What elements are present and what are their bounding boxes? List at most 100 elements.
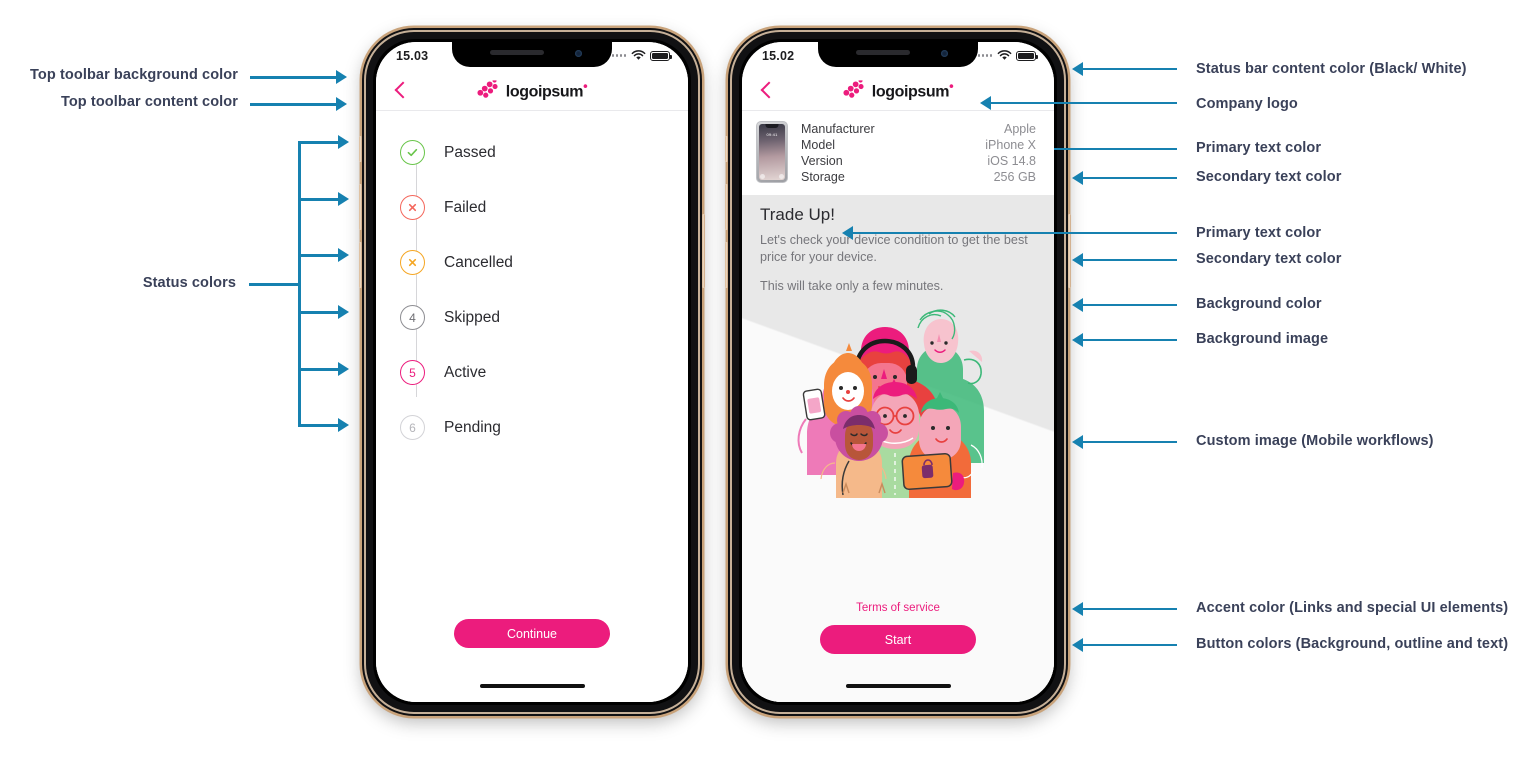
annotation-label-primary-text-2: Primary text color (1196, 225, 1322, 241)
logo-text: logoipsum• (505, 77, 588, 101)
status-icon-passed (400, 140, 425, 165)
annotation-arrowhead (338, 418, 349, 432)
top-toolbar: logoipsum• (742, 69, 1054, 111)
annotation-bracket-vertical (298, 141, 301, 426)
logoipsum-mark-icon (477, 80, 498, 98)
annotation-label-background-color: Background color (1196, 296, 1322, 312)
annotation-arrowhead (338, 135, 349, 149)
table-row: Version iOS 14.8 (801, 153, 1036, 169)
list-item-passed[interactable]: Passed (376, 125, 688, 180)
main-content: Trade Up! Let's check your device condit… (742, 195, 1054, 702)
screenshot-canvas: Top toolbar background color Top toolbar… (0, 0, 1536, 758)
annotation-arrowhead (1072, 333, 1083, 347)
status-icon-cancelled (400, 250, 425, 275)
annotation-line (249, 283, 300, 286)
annotation-arrowhead (338, 305, 349, 319)
list-item-label: Cancelled (444, 253, 513, 271)
annotation-arrowhead (1072, 253, 1083, 267)
duration-paragraph: This will take only a few minutes. (760, 278, 944, 293)
annotation-line (1083, 303, 1177, 307)
annotation-line (1083, 440, 1177, 444)
annotation-label-primary-text-1: Primary text color (1196, 140, 1322, 156)
spec-value: iOS 14.8 (987, 154, 1036, 168)
table-row: Manufacturer Apple (801, 121, 1036, 137)
annotation-arrowhead (338, 248, 349, 262)
annotation-arrowhead (1072, 298, 1083, 312)
list-item-label: Pending (444, 418, 501, 436)
list-item-cancelled[interactable]: Cancelled (376, 235, 688, 290)
list-item-failed[interactable]: Failed (376, 180, 688, 235)
annotation-line (298, 311, 340, 314)
continue-button[interactable]: Continue (454, 619, 610, 648)
custom-illustration-container (742, 295, 1054, 602)
signal-dots-icon (977, 54, 992, 57)
cta-container: Continue (376, 619, 688, 684)
device-info-card: 09:41 Manufacturer Apple Model iPhone X (742, 111, 1054, 195)
list-item-label: Failed (444, 198, 487, 216)
annotation-arrowhead (1072, 602, 1083, 616)
table-row: Storage 256 GB (801, 169, 1036, 185)
phone-mute-switch (359, 136, 362, 162)
annotation-line (1083, 338, 1177, 342)
chevron-left-icon[interactable] (758, 81, 776, 99)
phone-volume-up-button (725, 184, 728, 230)
company-logo: logoipsum• (843, 77, 954, 101)
status-icon-skipped: 4 (400, 305, 425, 330)
status-icon-pending: 6 (400, 415, 425, 440)
status-list: Passed Failed Cancelled 4 Skipped 5 Acti… (376, 111, 688, 619)
annotation-arrowhead (1072, 435, 1083, 449)
annotation-arrowhead (1072, 171, 1083, 185)
signal-dots-icon (611, 54, 626, 57)
page-title: Trade Up! (760, 205, 835, 224)
annotation-arrowhead (1072, 62, 1083, 76)
spec-key: Manufacturer (801, 122, 875, 136)
annotation-arrowhead (1072, 638, 1083, 652)
annotation-label-status-bar-content: Status bar content color (Black/ White) (1196, 61, 1467, 77)
chevron-left-icon[interactable] (392, 81, 410, 99)
top-toolbar: logoipsum• (376, 69, 688, 111)
earpiece-speaker (490, 50, 544, 55)
front-camera (575, 49, 582, 57)
annotation-arrowhead (980, 96, 991, 110)
list-item-pending[interactable]: 6 Pending (376, 400, 688, 455)
annotation-line (1083, 176, 1177, 180)
status-bar-time: 15.02 (762, 48, 795, 63)
wifi-icon (631, 50, 646, 60)
list-item-active[interactable]: 5 Active (376, 345, 688, 400)
annotation-line (250, 103, 338, 106)
annotation-label-status-colors: Status colors (142, 275, 236, 291)
device-spec-table: Manufacturer Apple Model iPhone X Versio… (801, 121, 1036, 185)
annotation-line (298, 198, 340, 201)
annotation-label-custom-image: Custom image (Mobile workflows) (1196, 433, 1434, 449)
annotation-line (1083, 67, 1177, 71)
phone-notch (452, 42, 612, 67)
start-button[interactable]: Start (820, 625, 976, 654)
annotation-label-company-logo: Company logo (1196, 96, 1298, 112)
status-icon-active: 5 (400, 360, 425, 385)
phone-mute-switch (725, 136, 728, 162)
thumbnail-time: 09:41 (766, 132, 778, 137)
annotation-line (298, 368, 340, 371)
group-of-people-illustration (797, 309, 984, 499)
annotation-line (250, 76, 338, 79)
phone-power-button (702, 214, 705, 288)
phone-volume-down-button (725, 242, 728, 288)
annotation-line (1083, 643, 1177, 647)
annotation-line (1083, 607, 1177, 611)
phone-mockup-left: 15.03 logoipsum• Passed Failed Cancelled… (359, 28, 705, 716)
phone-mockup-right: 15.02 logoipsum• 09:41 Manufacturer Appl… (725, 28, 1071, 716)
table-row: Model iPhone X (801, 137, 1036, 153)
terms-of-service-link[interactable]: Terms of service (742, 602, 1054, 625)
list-item-label: Passed (444, 143, 496, 161)
home-indicator (376, 684, 688, 702)
annotation-arrowhead (336, 97, 347, 111)
list-item-label: Active (444, 363, 487, 381)
phone-power-button (1068, 214, 1071, 288)
annotation-label-secondary-text-1: Secondary text color (1196, 169, 1342, 185)
annotation-line (298, 424, 340, 427)
annotation-label-secondary-text-2: Secondary text color (1196, 251, 1342, 267)
list-item-skipped[interactable]: 4 Skipped (376, 290, 688, 345)
spec-value: Apple (1004, 122, 1036, 136)
logo-text: logoipsum• (871, 77, 954, 101)
annotation-line (298, 254, 340, 257)
